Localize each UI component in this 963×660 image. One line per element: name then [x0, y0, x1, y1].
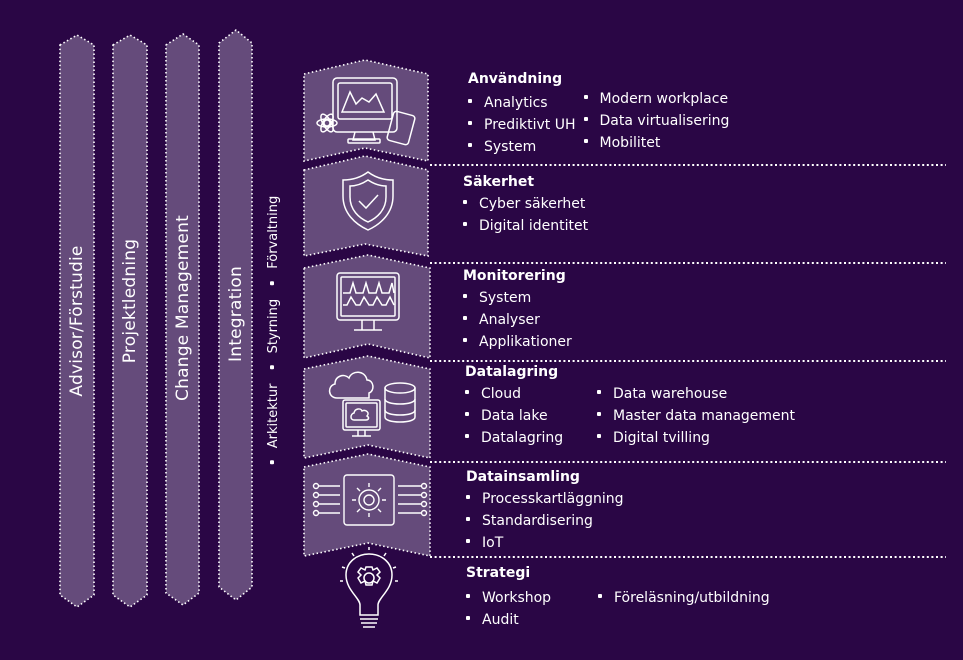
bullet-icon — [468, 121, 472, 125]
list-item: Cyber säkerhet — [463, 193, 588, 215]
list-item: System — [468, 136, 576, 158]
list-item: Digital identitet — [463, 215, 588, 237]
bullet-icon — [583, 95, 588, 99]
bullet-icon — [463, 338, 467, 342]
list-item: System — [463, 287, 572, 309]
bullet-icon — [466, 594, 470, 598]
side-labels: Arkitektur Styrning Förvaltning — [263, 196, 285, 465]
bullet-icon — [465, 390, 469, 394]
layer-anvandning: Användning Analytics Prediktivt UH Syste… — [468, 71, 729, 158]
layer-title: Användning — [468, 71, 563, 87]
layer-title: Monitorering — [463, 268, 566, 284]
bullet-icon — [463, 294, 467, 298]
layer-title: Strategi — [466, 565, 531, 581]
layer-monitorering: Monitorering System Analyser Applikation… — [463, 268, 572, 353]
bullet-icon — [597, 434, 601, 438]
layer-sakerhet: Säkerhet Cyber säkerhet Digital identite… — [463, 174, 588, 237]
list-item: Audit — [466, 609, 598, 631]
lightbulb-gear-icon — [340, 547, 398, 628]
side-label-forvaltning: Förvaltning — [266, 195, 281, 269]
bullet-icon — [598, 594, 602, 598]
list-item: Mobilitet — [583, 132, 730, 154]
column-label-advisor: Advisor/Förstudie — [67, 245, 87, 397]
list-item: Workshop — [466, 587, 598, 609]
list-item: IoT — [466, 532, 624, 554]
bullet-icon — [463, 316, 467, 320]
layer-panel-anvandning — [303, 59, 429, 162]
list-item: Processkartläggning — [466, 488, 624, 510]
side-label-styrning: Styrning — [266, 298, 281, 354]
bullet-icon — [466, 539, 470, 543]
list-item: Datalagring — [465, 427, 597, 449]
bullet-icon — [583, 139, 588, 143]
list-item: Standardisering — [466, 510, 624, 532]
bullet-icon — [269, 365, 274, 370]
list-item: Data lake — [465, 405, 597, 427]
bullet-icon — [466, 495, 470, 499]
list-item: Data warehouse — [597, 383, 795, 405]
list-item: Föreläsning/utbildning — [598, 587, 770, 609]
bullet-icon — [468, 99, 472, 103]
list-item: Data virtualisering — [583, 110, 729, 132]
bullet-icon — [597, 412, 601, 416]
list-item: Prediktivt UH — [468, 114, 576, 136]
column-label-change-management: Change Management — [173, 215, 193, 401]
list-item: Analyser — [463, 309, 572, 331]
layer-title: Säkerhet — [463, 174, 535, 190]
list-item: Analytics — [468, 92, 576, 114]
diagram: Advisor/Förstudie Projektledning Change … — [0, 0, 963, 660]
layer-title: Datainsamling — [466, 469, 580, 485]
bullet-icon — [583, 117, 588, 121]
list-item: Digital tvilling — [597, 427, 795, 449]
bullet-icon — [597, 390, 601, 394]
bullet-icon — [466, 517, 470, 521]
bullet-icon — [269, 460, 274, 465]
column-label-integration: Integration — [226, 266, 246, 362]
list-item: Applikationer — [463, 331, 572, 353]
layer-panel-monitorering — [303, 254, 431, 360]
list-item: Modern workplace — [583, 88, 730, 110]
layer-title: Datalagring — [465, 364, 559, 380]
bullet-icon — [269, 280, 274, 285]
bullet-icon — [468, 143, 472, 147]
bullet-icon — [463, 222, 467, 226]
column-label-projektledning: Projektledning — [120, 238, 140, 364]
list-item: Master data management — [597, 405, 795, 427]
layer-datalagring: Datalagring Cloud Data lake Datalagring … — [465, 364, 795, 449]
bullet-icon — [465, 412, 469, 416]
bullet-icon — [466, 616, 470, 620]
bullet-icon — [465, 434, 469, 438]
layer-panel-sakerhet — [303, 155, 429, 257]
layer-datainsamling: Datainsamling Processkartläggning Standa… — [466, 469, 624, 554]
side-label-arkitektur: Arkitektur — [266, 383, 281, 449]
bullet-icon — [463, 200, 467, 204]
layer-panel-datalagring — [303, 355, 431, 459]
list-item: Cloud — [465, 383, 597, 405]
layer-strategi: Strategi Workshop Audit Föreläsning/utbi… — [466, 565, 770, 631]
